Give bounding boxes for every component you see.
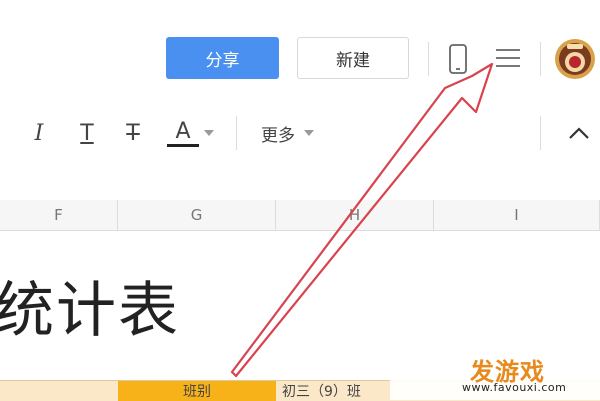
annotation-arrow <box>230 62 494 378</box>
watermark-url: www.favouxi.com <box>462 381 567 394</box>
